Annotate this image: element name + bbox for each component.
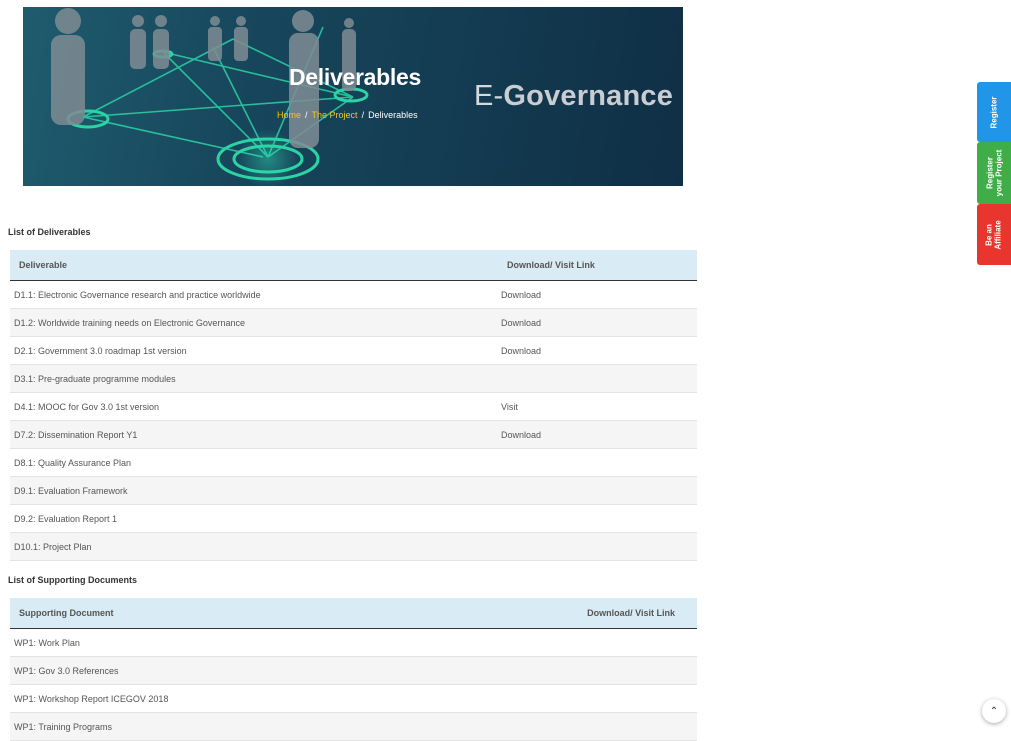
document-name-cell: WP1: Gov 3.0 References xyxy=(10,656,403,685)
table-row: D9.2: Evaluation Report 1 xyxy=(10,504,697,533)
page-banner: Deliverables Home / The Project / Deliverabl… xyxy=(23,7,683,186)
brand-prefix: E- xyxy=(474,80,504,112)
chevron-up-icon: ⌃ xyxy=(989,705,999,717)
breadcrumb-home-link[interactable]: Home xyxy=(277,110,301,120)
affiliate-line2: Affiliate xyxy=(994,219,1003,250)
document-name-cell: D7.2: Dissemination Report Y1 xyxy=(10,420,501,449)
download-link[interactable]: Download xyxy=(501,308,697,337)
column-header-deliverable: Deliverable xyxy=(10,250,501,281)
table-row: D3.1: Pre-graduate programme modules xyxy=(10,364,697,393)
download-link[interactable]: Download xyxy=(501,280,697,309)
affiliate-tab-label: Be an Affiliate xyxy=(985,220,1003,249)
column-header-supporting-document: Supporting Document xyxy=(10,598,403,629)
register-tab-label: Register xyxy=(989,95,999,129)
affiliate-tab[interactable]: Be an Affiliate xyxy=(977,204,1011,265)
document-name-cell: D1.2: Worldwide training needs on Electr… xyxy=(10,308,501,337)
breadcrumb-project-link[interactable]: The Project xyxy=(312,110,358,120)
breadcrumb-current: Deliverables xyxy=(368,110,418,120)
supporting-docs-table-body: WP1: Work Plan WP1: Gov 3.0 References WP1… xyxy=(10,628,697,741)
table-row: D7.2: Dissemination Report Y1 Download xyxy=(10,420,697,449)
table-row: D1.1: Electronic Governance research and… xyxy=(10,280,697,309)
document-name-cell: WP1: Training Programs xyxy=(10,712,403,741)
document-name-cell: WP1: Workshop Report ICEGOV 2018 xyxy=(10,684,403,713)
register-project-tab[interactable]: Register your Project xyxy=(977,142,1011,204)
brand-word: Governance xyxy=(503,80,674,112)
document-name-cell: D2.1: Government 3.0 roadmap 1st version xyxy=(10,336,501,365)
download-link[interactable]: Download xyxy=(501,420,697,449)
table-row: WP1: Training Programs xyxy=(10,712,697,741)
breadcrumb: Home / The Project / Deliverables xyxy=(277,110,418,120)
empty-link-cell xyxy=(501,532,697,561)
table-row: D9.1: Evaluation Framework xyxy=(10,476,697,505)
download-link[interactable]: Download xyxy=(501,336,697,365)
table-row: D10.1: Project Plan xyxy=(10,532,697,561)
column-header-link: Download/ Visit Link xyxy=(501,250,697,281)
register-tab[interactable]: Register xyxy=(977,82,1011,142)
document-name-cell: D4.1: MOOC for Gov 3.0 1st version xyxy=(10,392,501,421)
register-project-line2: your Project xyxy=(994,149,1003,197)
column-header-link: Download/ Visit Link xyxy=(402,598,697,629)
document-name-cell: D9.2: Evaluation Report 1 xyxy=(10,504,501,533)
deliverables-heading: List of Deliverables xyxy=(8,227,91,237)
empty-link-cell xyxy=(402,712,697,741)
breadcrumb-separator: / xyxy=(361,110,365,120)
page-title: Deliverables xyxy=(289,64,421,90)
empty-link-cell xyxy=(402,684,697,713)
empty-link-cell xyxy=(402,628,697,657)
breadcrumb-separator: / xyxy=(305,110,308,120)
document-name-cell: D8.1: Quality Assurance Plan xyxy=(10,448,501,477)
empty-link-cell xyxy=(402,656,697,685)
empty-link-cell xyxy=(501,504,697,533)
empty-link-cell xyxy=(501,364,697,393)
table-row: WP1: Work Plan xyxy=(10,628,697,657)
empty-link-cell xyxy=(501,476,697,505)
document-name-cell: D10.1: Project Plan xyxy=(10,532,501,561)
register-project-tab-label: Register your Project xyxy=(985,150,1003,197)
deliverables-table-body: D1.1: Electronic Governance research and… xyxy=(10,280,697,561)
table-row: D8.1: Quality Assurance Plan xyxy=(10,448,697,477)
table-row: D2.1: Government 3.0 roadmap 1st version… xyxy=(10,336,697,365)
supporting-docs-heading: List of Supporting Documents xyxy=(8,575,137,585)
table-row: D1.2: Worldwide training needs on Electr… xyxy=(10,308,697,337)
document-name-cell: D1.1: Electronic Governance research and… xyxy=(10,280,501,309)
supporting-docs-table: Supporting Document Download/ Visit Link… xyxy=(10,598,697,741)
document-name-cell: D3.1: Pre-graduate programme modules xyxy=(10,364,501,393)
table-row: WP1: Workshop Report ICEGOV 2018 xyxy=(10,684,697,713)
affiliate-line1: Be an xyxy=(985,223,994,246)
document-name-cell: WP1: Work Plan xyxy=(10,628,403,657)
register-project-line1: Register xyxy=(985,157,994,190)
scroll-to-top-button[interactable]: ⌃ xyxy=(982,699,1006,723)
table-row: D4.1: MOOC for Gov 3.0 1st version Visit xyxy=(10,392,697,421)
table-row: WP1: Gov 3.0 References xyxy=(10,656,697,685)
document-name-cell: D9.1: Evaluation Framework xyxy=(10,476,501,505)
deliverables-table: Deliverable Download/ Visit Link D1.1: E… xyxy=(10,250,697,561)
brand-logo-text: E-Governance xyxy=(474,80,673,113)
empty-link-cell xyxy=(501,448,697,477)
table-header-row: Deliverable Download/ Visit Link xyxy=(10,250,697,281)
table-header-row: Supporting Document Download/ Visit Link xyxy=(10,598,697,629)
download-link[interactable]: Visit xyxy=(501,392,697,421)
